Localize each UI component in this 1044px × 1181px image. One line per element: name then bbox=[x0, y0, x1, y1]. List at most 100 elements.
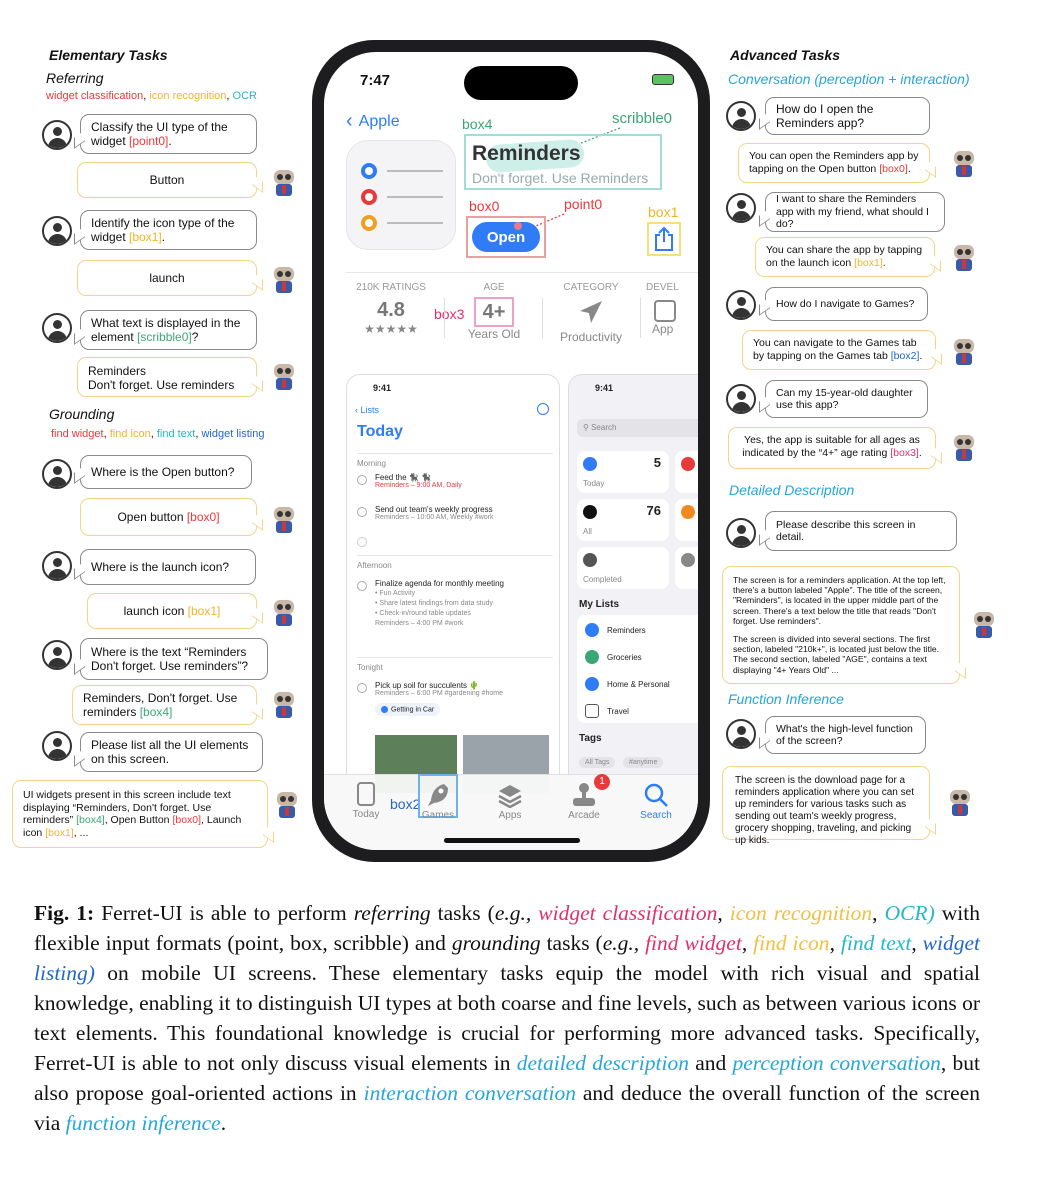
reminder-item[interactable]: Feed the 🐈‍⬛ 🐈‍⬛ Reminders – 9:00 AM, Da… bbox=[357, 473, 553, 489]
box1-label: box1 bbox=[648, 204, 679, 220]
assistant-bubble: launch icon [box1] bbox=[87, 593, 257, 629]
tab-search[interactable]: Search bbox=[636, 782, 676, 821]
app-store-screen: 7:47 ‹ Apple box4 scribble0 Reminders Do… bbox=[324, 52, 698, 850]
user-bubble: Classify the UI type of the widget [poin… bbox=[80, 114, 257, 154]
user-avatar-icon bbox=[42, 640, 72, 670]
list-row[interactable]: Reminders bbox=[585, 623, 646, 637]
phone-frame: 7:47 ‹ Apple box4 scribble0 Reminders Do… bbox=[312, 40, 710, 862]
app-title: Reminders bbox=[472, 142, 581, 165]
grounding-tags: find widget, find icon, find text, widge… bbox=[51, 428, 265, 440]
tab-apps[interactable]: Apps bbox=[490, 782, 530, 821]
reminder-item[interactable]: Send out team's weekly progress Reminder… bbox=[357, 505, 553, 521]
lists-back-link[interactable]: ‹ Lists bbox=[355, 405, 379, 415]
stack-icon bbox=[498, 785, 522, 808]
user-avatar-icon bbox=[726, 101, 756, 131]
referring-tags: widget classification, icon recognition,… bbox=[46, 90, 257, 102]
preview-screenshot-today: 9:41 ‹ Lists Today Morning Feed the 🐈‍⬛ … bbox=[346, 374, 560, 794]
reminder-item[interactable]: Finalize agenda for monthly meeting • Fu… bbox=[357, 579, 553, 629]
ferret-mascot-icon bbox=[268, 360, 300, 392]
battery-icon bbox=[652, 74, 674, 85]
advanced-tasks-title: Advanced Tasks bbox=[730, 47, 840, 63]
stat-category: CATEGORY Productivity bbox=[559, 282, 623, 344]
tag-chip[interactable]: All Tags bbox=[579, 757, 616, 768]
open-button[interactable]: Open bbox=[472, 222, 540, 252]
ferret-mascot-icon bbox=[268, 503, 300, 535]
ferret-mascot-icon bbox=[948, 335, 980, 367]
search-field[interactable]: ⚲ Search bbox=[577, 419, 698, 437]
assistant-bubble: Open button [box0] bbox=[80, 498, 257, 536]
tag-find-icon: find icon bbox=[109, 428, 151, 440]
tag-find-text: find text bbox=[156, 428, 196, 440]
user-avatar-icon bbox=[726, 719, 756, 749]
user-bubble: Please list all the UI elements on this … bbox=[80, 732, 263, 772]
list-row[interactable]: Travel bbox=[585, 704, 629, 718]
user-avatar-icon bbox=[42, 216, 72, 246]
ferret-mascot-icon bbox=[948, 147, 980, 179]
referring-title: Referring bbox=[46, 70, 104, 86]
stat-separator bbox=[444, 298, 445, 338]
app-subtitle: Don't forget. Use Reminders bbox=[472, 170, 649, 186]
user-avatar-icon bbox=[42, 459, 72, 489]
tag-icon-recognition: icon recognition bbox=[149, 90, 227, 102]
chevron-left-icon: ‹ bbox=[346, 110, 353, 132]
back-button[interactable]: ‹ Apple bbox=[346, 110, 400, 133]
function-inference-title: Function Inference bbox=[728, 691, 844, 707]
tab-today[interactable]: Today bbox=[346, 782, 386, 820]
tab-games[interactable]: Games bbox=[418, 782, 458, 821]
dynamic-island bbox=[464, 66, 578, 100]
user-avatar-icon bbox=[726, 193, 756, 223]
figure-caption: Fig. 1: Ferret-UI is able to perform ref… bbox=[34, 901, 981, 1135]
ferret-mascot-icon bbox=[268, 688, 300, 720]
stat-separator bbox=[542, 298, 543, 338]
rocket-icon bbox=[428, 784, 448, 806]
developer-icon bbox=[654, 300, 676, 322]
reminder-item[interactable]: Pick up soil for succulents 🌵 Reminders … bbox=[357, 681, 553, 717]
more-icon[interactable] bbox=[537, 403, 549, 415]
ferret-mascot-icon bbox=[944, 786, 976, 818]
scribble0-label: scribble0 bbox=[612, 110, 673, 127]
user-avatar-icon bbox=[42, 313, 72, 343]
tag-chip[interactable]: #anytime bbox=[623, 757, 664, 768]
ferret-mascot-icon bbox=[968, 608, 1000, 640]
list-card-completed[interactable]: Completed bbox=[577, 547, 669, 589]
share-icon[interactable] bbox=[653, 226, 675, 252]
tag-widget-listing: widget listing bbox=[201, 428, 265, 440]
assistant-bubble: You can open the Reminders app by tappin… bbox=[738, 143, 930, 183]
user-bubble: Where is the launch icon? bbox=[80, 549, 256, 585]
ferret-mascot-icon bbox=[268, 263, 300, 295]
user-bubble: How do I open the Reminders app? bbox=[765, 97, 930, 135]
user-bubble: How do I navigate to Games? bbox=[765, 287, 928, 321]
assistant-bubble: You can navigate to the Games tab by tap… bbox=[742, 330, 936, 370]
assistant-bubble: The screen is for a reminders applicatio… bbox=[722, 566, 960, 684]
point0-marker bbox=[514, 222, 522, 230]
list-row[interactable]: Home & Personal bbox=[585, 677, 670, 691]
user-avatar-icon bbox=[726, 384, 756, 414]
list-row[interactable]: Groceries bbox=[585, 650, 642, 664]
user-bubble: Where is the Open button? bbox=[80, 455, 252, 489]
user-avatar-icon bbox=[42, 731, 72, 761]
point0-label: point0 bbox=[564, 196, 603, 212]
preview-screenshot-lists: 9:41 ⚲ Search 5 Today 76 All Completed M… bbox=[568, 374, 698, 794]
ferret-mascot-icon bbox=[948, 241, 980, 273]
user-bubble: Please describe this screen in detail. bbox=[765, 511, 957, 551]
grounding-title: Grounding bbox=[49, 406, 115, 422]
user-avatar-icon bbox=[42, 120, 72, 150]
arcade-badge: 1 bbox=[594, 774, 610, 790]
box4-label: box4 bbox=[462, 116, 493, 132]
joystick-icon bbox=[573, 783, 595, 806]
paper-plane-icon bbox=[580, 301, 602, 323]
tag-find-widget: find widget bbox=[51, 428, 104, 440]
list-card-today[interactable]: 5 Today bbox=[577, 451, 669, 493]
location-chip: Getting in Car bbox=[375, 703, 441, 717]
stat-developer: DEVEL App bbox=[646, 282, 679, 336]
detailed-description-title: Detailed Description bbox=[729, 482, 855, 498]
assistant-bubble: Yes, the app is suitable for all ages as… bbox=[728, 427, 936, 469]
ferret-mascot-icon bbox=[948, 431, 980, 463]
tag-widget-classification: widget classification bbox=[46, 90, 144, 102]
elementary-tasks-title: Elementary Tasks bbox=[49, 47, 168, 63]
today-icon bbox=[357, 782, 375, 806]
stat-ratings: 210K RATINGS 4.8 ★★★★★ bbox=[356, 282, 426, 336]
app-icon bbox=[346, 140, 456, 250]
list-card-all[interactable]: 76 All bbox=[577, 499, 669, 541]
user-bubble: Identify the icon type of the widget [bo… bbox=[80, 210, 257, 250]
